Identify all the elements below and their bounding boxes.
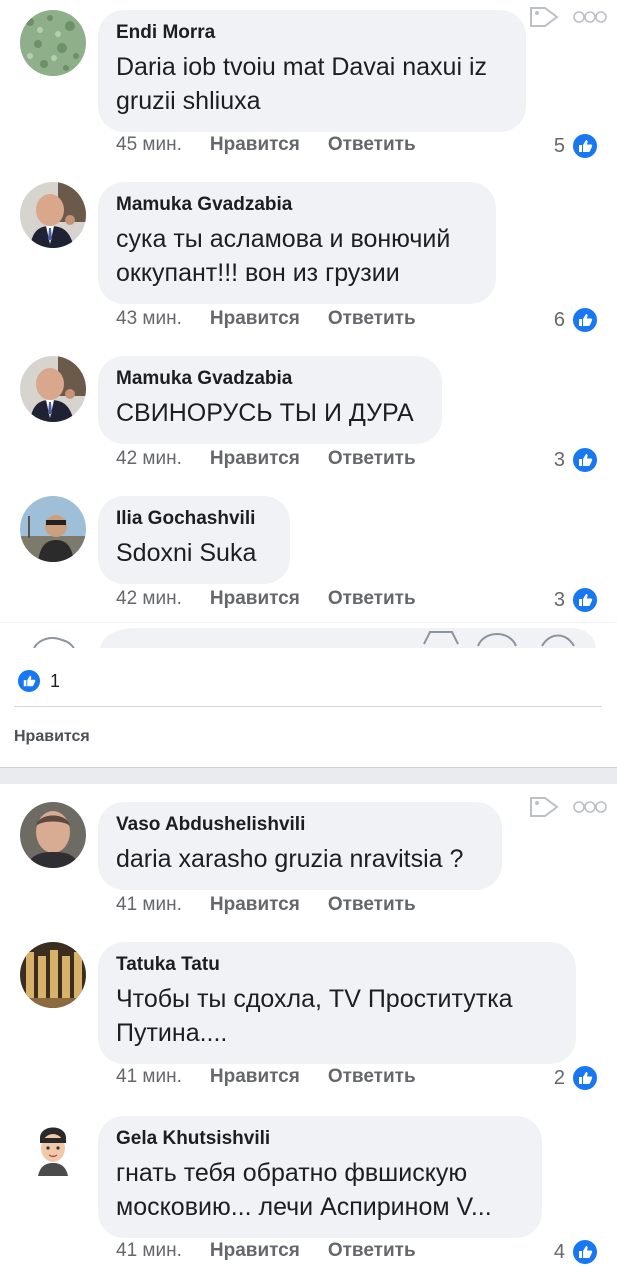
like-link[interactable]: Нравится — [210, 308, 300, 330]
comment-meta: 41 мин. Нравится Ответить — [116, 894, 416, 916]
like-count-number: 1 — [50, 670, 61, 691]
comment-time[interactable]: 41 мин. — [116, 894, 182, 916]
reaction-count[interactable]: 2 — [554, 1064, 599, 1092]
comment-text: Daria iob tvoiu mat Davai naxui iz gruzi… — [116, 53, 487, 115]
like-link[interactable]: Нравится — [210, 134, 300, 156]
comment-text: сука ты асламова и вонючий оккупант!!! в… — [116, 225, 451, 287]
comment-input-partial[interactable] — [0, 621, 617, 648]
comment-meta: 42 мин. Нравится Ответить — [116, 588, 416, 610]
comment-bubble: Mamuka Gvadzabia СВИНОРУСЬ ТЫ И ДУРА — [98, 356, 442, 444]
reply-link[interactable]: Ответить — [328, 1066, 416, 1088]
comment-meta: 41 мин. Нравится Ответить — [116, 1240, 416, 1262]
divider — [14, 706, 602, 707]
thumbs-up-icon — [16, 668, 42, 694]
reply-link[interactable]: Ответить — [328, 1240, 416, 1262]
reply-link[interactable]: Ответить — [328, 894, 416, 916]
comment-meta: 41 мин. Нравится Ответить — [116, 1066, 416, 1088]
avatar[interactable] — [20, 1116, 86, 1182]
comment-input-row — [0, 621, 617, 648]
comment-author[interactable]: Mamuka Gvadzabia — [116, 194, 474, 216]
reply-link[interactable]: Ответить — [328, 588, 416, 610]
comment-text: Sdoxni Suka — [116, 539, 257, 567]
avatar[interactable] — [20, 10, 86, 76]
post-like-count[interactable]: 1 — [16, 668, 60, 694]
post-reactions-bar — [0, 648, 617, 768]
comment-author[interactable]: Mamuka Gvadzabia — [116, 368, 420, 390]
avatar[interactable] — [20, 802, 86, 868]
comment-time[interactable]: 42 мин. — [116, 588, 182, 610]
reaction-count[interactable]: 3 — [554, 446, 599, 474]
comment-bubble: Mamuka Gvadzabia сука ты асламова и воню… — [98, 182, 496, 304]
comment-time[interactable]: 42 мин. — [116, 448, 182, 470]
comment-text: гнать тебя обратно фвшискую московию... … — [116, 1159, 492, 1221]
thumbs-up-icon — [571, 1064, 599, 1092]
reaction-number: 2 — [553, 1066, 565, 1089]
thumbs-up-icon — [571, 132, 599, 160]
like-button[interactable]: Нравится — [14, 728, 90, 746]
comment-text: СВИНОРУСЬ ТЫ И ДУРА — [116, 399, 414, 427]
reply-link[interactable]: Ответить — [328, 448, 416, 470]
thumbs-up-icon — [571, 586, 599, 614]
reaction-count[interactable]: 5 — [554, 132, 599, 160]
like-link[interactable]: Нравится — [210, 894, 300, 916]
tag-icon[interactable] — [529, 6, 559, 28]
avatar[interactable] — [20, 496, 86, 562]
comment-bubble: Gela Khutsishvili гнать тебя обратно фвш… — [98, 1116, 542, 1238]
avatar[interactable] — [20, 942, 86, 1008]
comment-author[interactable]: Vaso Abdushelishvili — [116, 814, 480, 836]
comment-time[interactable]: 41 мин. — [116, 1066, 182, 1088]
comment-meta: 45 мин. Нравится Ответить — [116, 134, 416, 156]
comment-author[interactable]: Endi Morra — [116, 22, 504, 44]
more-options-icon[interactable] — [573, 799, 607, 815]
reaction-number: 5 — [553, 134, 565, 157]
reaction-count[interactable]: 4 — [554, 1238, 599, 1266]
like-link[interactable]: Нравится — [210, 448, 300, 470]
comment-time[interactable]: 45 мин. — [116, 134, 182, 156]
comments-panel-top: Endi Morra Daria iob tvoiu mat Davai nax… — [0, 0, 617, 648]
reply-link[interactable]: Ответить — [328, 134, 416, 156]
comment-author[interactable]: Ilia Gochashvili — [116, 508, 268, 530]
comment-meta: 42 мин. Нравится Ответить — [116, 448, 416, 470]
comment-options — [529, 6, 607, 28]
comment-author[interactable]: Gela Khutsishvili — [116, 1128, 520, 1150]
reaction-count[interactable]: 6 — [554, 306, 599, 334]
comment-bubble: Tatuka Tatu Чтобы ты сдохла, TV Проститу… — [98, 942, 576, 1064]
more-options-icon[interactable] — [573, 9, 607, 25]
avatar[interactable] — [20, 182, 86, 248]
comment-meta: 43 мин. Нравится Ответить — [116, 308, 416, 330]
reaction-number: 6 — [553, 308, 565, 331]
comment-text: daria xarasho gruzia nravitsia ? — [116, 845, 464, 873]
like-link[interactable]: Нравится — [210, 1240, 300, 1262]
reply-link[interactable]: Ответить — [328, 308, 416, 330]
comment-bubble: Endi Morra Daria iob tvoiu mat Davai nax… — [98, 10, 526, 132]
reaction-number: 3 — [553, 448, 565, 471]
comments-panel-bottom: Vaso Abdushelishvili daria xarasho gruzi… — [0, 784, 617, 1280]
comment-bubble: Vaso Abdushelishvili daria xarasho gruzi… — [98, 802, 502, 890]
comment-text: Чтобы ты сдохла, TV Проститутка Путина..… — [116, 985, 513, 1047]
comment-bubble: Ilia Gochashvili Sdoxni Suka — [98, 496, 290, 584]
tag-icon[interactable] — [529, 796, 559, 818]
comment-time[interactable]: 43 мин. — [116, 308, 182, 330]
comment-author[interactable]: Tatuka Tatu — [116, 954, 554, 976]
thumbs-up-icon — [571, 306, 599, 334]
reaction-count[interactable]: 3 — [554, 586, 599, 614]
comment-options — [529, 796, 607, 818]
like-link[interactable]: Нравится — [210, 588, 300, 610]
thumbs-up-icon — [571, 1238, 599, 1266]
like-link[interactable]: Нравится — [210, 1066, 300, 1088]
thumbs-up-icon — [571, 446, 599, 474]
avatar[interactable] — [20, 356, 86, 422]
comment-time[interactable]: 41 мин. — [116, 1240, 182, 1262]
reaction-number: 3 — [553, 588, 565, 611]
reaction-number: 4 — [553, 1240, 565, 1263]
